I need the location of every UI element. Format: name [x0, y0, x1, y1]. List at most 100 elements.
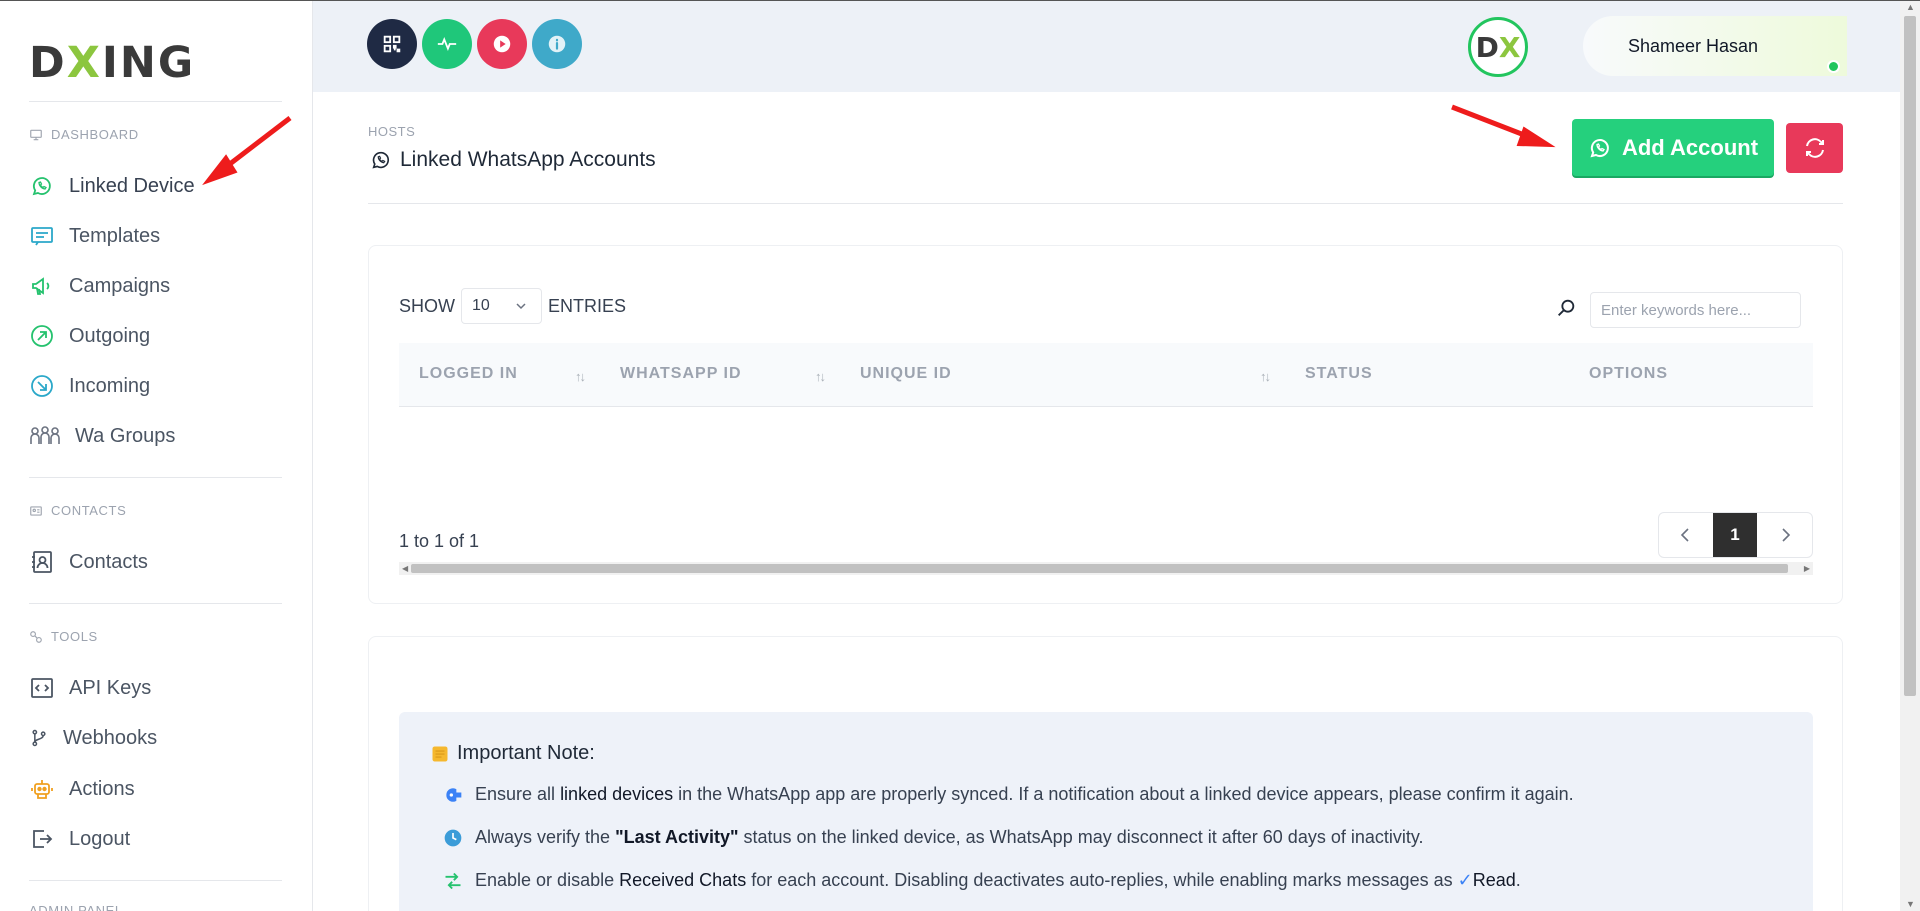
column-logged-in[interactable]: LOGGED IN	[419, 365, 518, 383]
sidebar-item-outgoing[interactable]: Outgoing	[29, 323, 150, 349]
search-icon	[1558, 299, 1575, 316]
sidebar-item-webhooks[interactable]: Webhooks	[29, 725, 157, 751]
scrollbar-thumb[interactable]	[1904, 16, 1916, 696]
next-page-button[interactable]	[1757, 513, 1812, 557]
annotation-arrow-icon	[1451, 104, 1556, 148]
sidebar-item-label: Templates	[69, 224, 161, 247]
column-status[interactable]: STATUS	[1305, 365, 1373, 383]
user-menu[interactable]: Shameer Hasan	[1583, 16, 1847, 76]
whatsapp-icon	[1590, 138, 1609, 157]
monitor-icon	[30, 129, 42, 140]
sidebar-item-linked-device[interactable]: Linked Device	[29, 173, 195, 199]
horizontal-scrollbar[interactable]: ◀ ▶	[399, 562, 1813, 575]
arrow-up-right-icon	[29, 323, 55, 349]
robot-icon	[29, 776, 55, 802]
git-branch-icon	[29, 725, 49, 751]
megaphone-icon	[29, 273, 55, 299]
prev-page-button[interactable]	[1659, 513, 1713, 557]
sidebar-item-logout[interactable]: Logout	[29, 826, 130, 852]
top-border	[0, 0, 1920, 1]
sidebar-item-contacts[interactable]: Contacts	[29, 549, 148, 575]
page-scrollbar[interactable]: ▲ ▼	[1900, 0, 1920, 911]
note-line-1: Ensure all linked devices in the WhatsAp…	[443, 784, 1574, 805]
column-unique-id[interactable]: UNIQUE ID	[860, 365, 952, 383]
brand-logo[interactable]: DXING	[29, 38, 195, 88]
scrollbar-thumb[interactable]	[411, 564, 1788, 573]
sidebar-item-actions[interactable]: Actions	[29, 776, 135, 802]
qr-code-button[interactable]	[367, 19, 417, 69]
sidebar-divider	[29, 477, 282, 478]
sidebar-item-campaigns[interactable]: Campaigns	[29, 273, 170, 299]
activity-button[interactable]	[422, 19, 472, 69]
scroll-left-icon[interactable]: ◀	[402, 562, 408, 575]
sidebar-item-templates[interactable]: Templates	[29, 223, 160, 249]
sidebar-item-label: Contacts	[69, 550, 148, 573]
qr-code-icon	[383, 35, 401, 53]
note-title: Important Note:	[431, 742, 595, 765]
users-icon	[29, 423, 61, 449]
id-card-icon	[30, 505, 42, 516]
avatar[interactable]: DX	[1468, 17, 1528, 77]
sidebar-item-label: API Keys	[69, 676, 152, 699]
chevron-left-icon	[1680, 528, 1689, 542]
sidebar-item-label: Incoming	[69, 374, 151, 397]
page-size-select[interactable]: 10	[461, 288, 542, 324]
sort-icon[interactable]: ↑↓	[575, 369, 586, 384]
whatsapp-icon	[29, 173, 55, 199]
sidebar-item-incoming[interactable]: Incoming	[29, 373, 150, 399]
sidebar-item-label: Actions	[69, 777, 135, 800]
sidebar-item-label: Outgoing	[69, 324, 151, 347]
play-button[interactable]	[477, 19, 527, 69]
sidebar-item-label: Webhooks	[63, 726, 158, 749]
section-dashboard: DASHBOARD	[29, 127, 139, 142]
refresh-icon	[1805, 138, 1824, 158]
tools-icon	[30, 630, 42, 643]
code-icon	[29, 675, 55, 701]
user-name: Shameer Hasan	[1628, 35, 1759, 56]
breadcrumb: HOSTS	[368, 124, 416, 139]
sidebar-item-label: Campaigns	[69, 274, 171, 297]
note-line-2: Always verify the "Last Activity" status…	[443, 827, 1424, 848]
column-whatsapp-id[interactable]: WHATSAPP ID	[620, 365, 742, 383]
sidebar-item-label: Logout	[69, 827, 131, 850]
play-icon	[493, 35, 511, 53]
whatsapp-icon	[372, 151, 390, 169]
title-divider	[368, 203, 1843, 204]
scroll-down-icon[interactable]: ▼	[1906, 899, 1915, 909]
sidebar-divider	[29, 101, 282, 102]
table-info: 1 to 1 of 1	[399, 531, 480, 551]
double-check-icon: ✓	[1457, 870, 1473, 890]
online-status-dot	[1827, 60, 1840, 73]
top-header: Shameer Hasan	[313, 0, 1900, 92]
search-input[interactable]	[1590, 292, 1801, 328]
activity-icon	[437, 36, 457, 52]
chevron-right-icon	[1781, 528, 1790, 542]
table-header: LOGGED IN ↑↓ WHATSAPP ID ↑↓ UNIQUE ID ↑↓…	[399, 343, 1813, 407]
sidebar-item-api-keys[interactable]: API Keys	[29, 675, 151, 701]
page-button-1[interactable]: 1	[1713, 513, 1757, 557]
chevron-down-icon	[516, 303, 526, 310]
section-contacts: CONTACTS	[29, 503, 126, 518]
accounts-table-card: SHOW 10 ENTRIES LOGGED IN ↑↓ WHATSAPP ID…	[368, 245, 1843, 604]
important-note: Important Note: Ensure all linked device…	[399, 712, 1813, 911]
section-admin-panel: ADMIN PANEL	[29, 903, 123, 911]
hand-pointer-icon	[446, 787, 462, 802]
scroll-up-icon[interactable]: ▲	[1906, 2, 1915, 12]
sidebar: DXING DASHBOARD Linked Device Templates …	[0, 0, 313, 911]
quick-actions	[367, 19, 582, 69]
info-button[interactable]	[532, 19, 582, 69]
page-title: Linked WhatsApp Accounts	[370, 148, 656, 172]
sidebar-item-label: Linked Device	[69, 174, 195, 197]
sidebar-divider	[29, 880, 282, 881]
refresh-button[interactable]	[1786, 123, 1843, 173]
sort-icon[interactable]: ↑↓	[815, 369, 826, 384]
add-account-button[interactable]: Add Account	[1572, 119, 1774, 176]
scroll-right-icon[interactable]: ▶	[1804, 562, 1810, 575]
logout-icon	[29, 826, 55, 852]
page-size-control: SHOW 10 ENTRIES	[399, 288, 626, 324]
sidebar-item-wa-groups[interactable]: Wa Groups	[29, 423, 175, 449]
clock-icon	[444, 829, 462, 846]
sort-icon[interactable]: ↑↓	[1260, 369, 1271, 384]
column-options[interactable]: OPTIONS	[1589, 365, 1668, 383]
sidebar-item-label: Wa Groups	[75, 424, 176, 447]
